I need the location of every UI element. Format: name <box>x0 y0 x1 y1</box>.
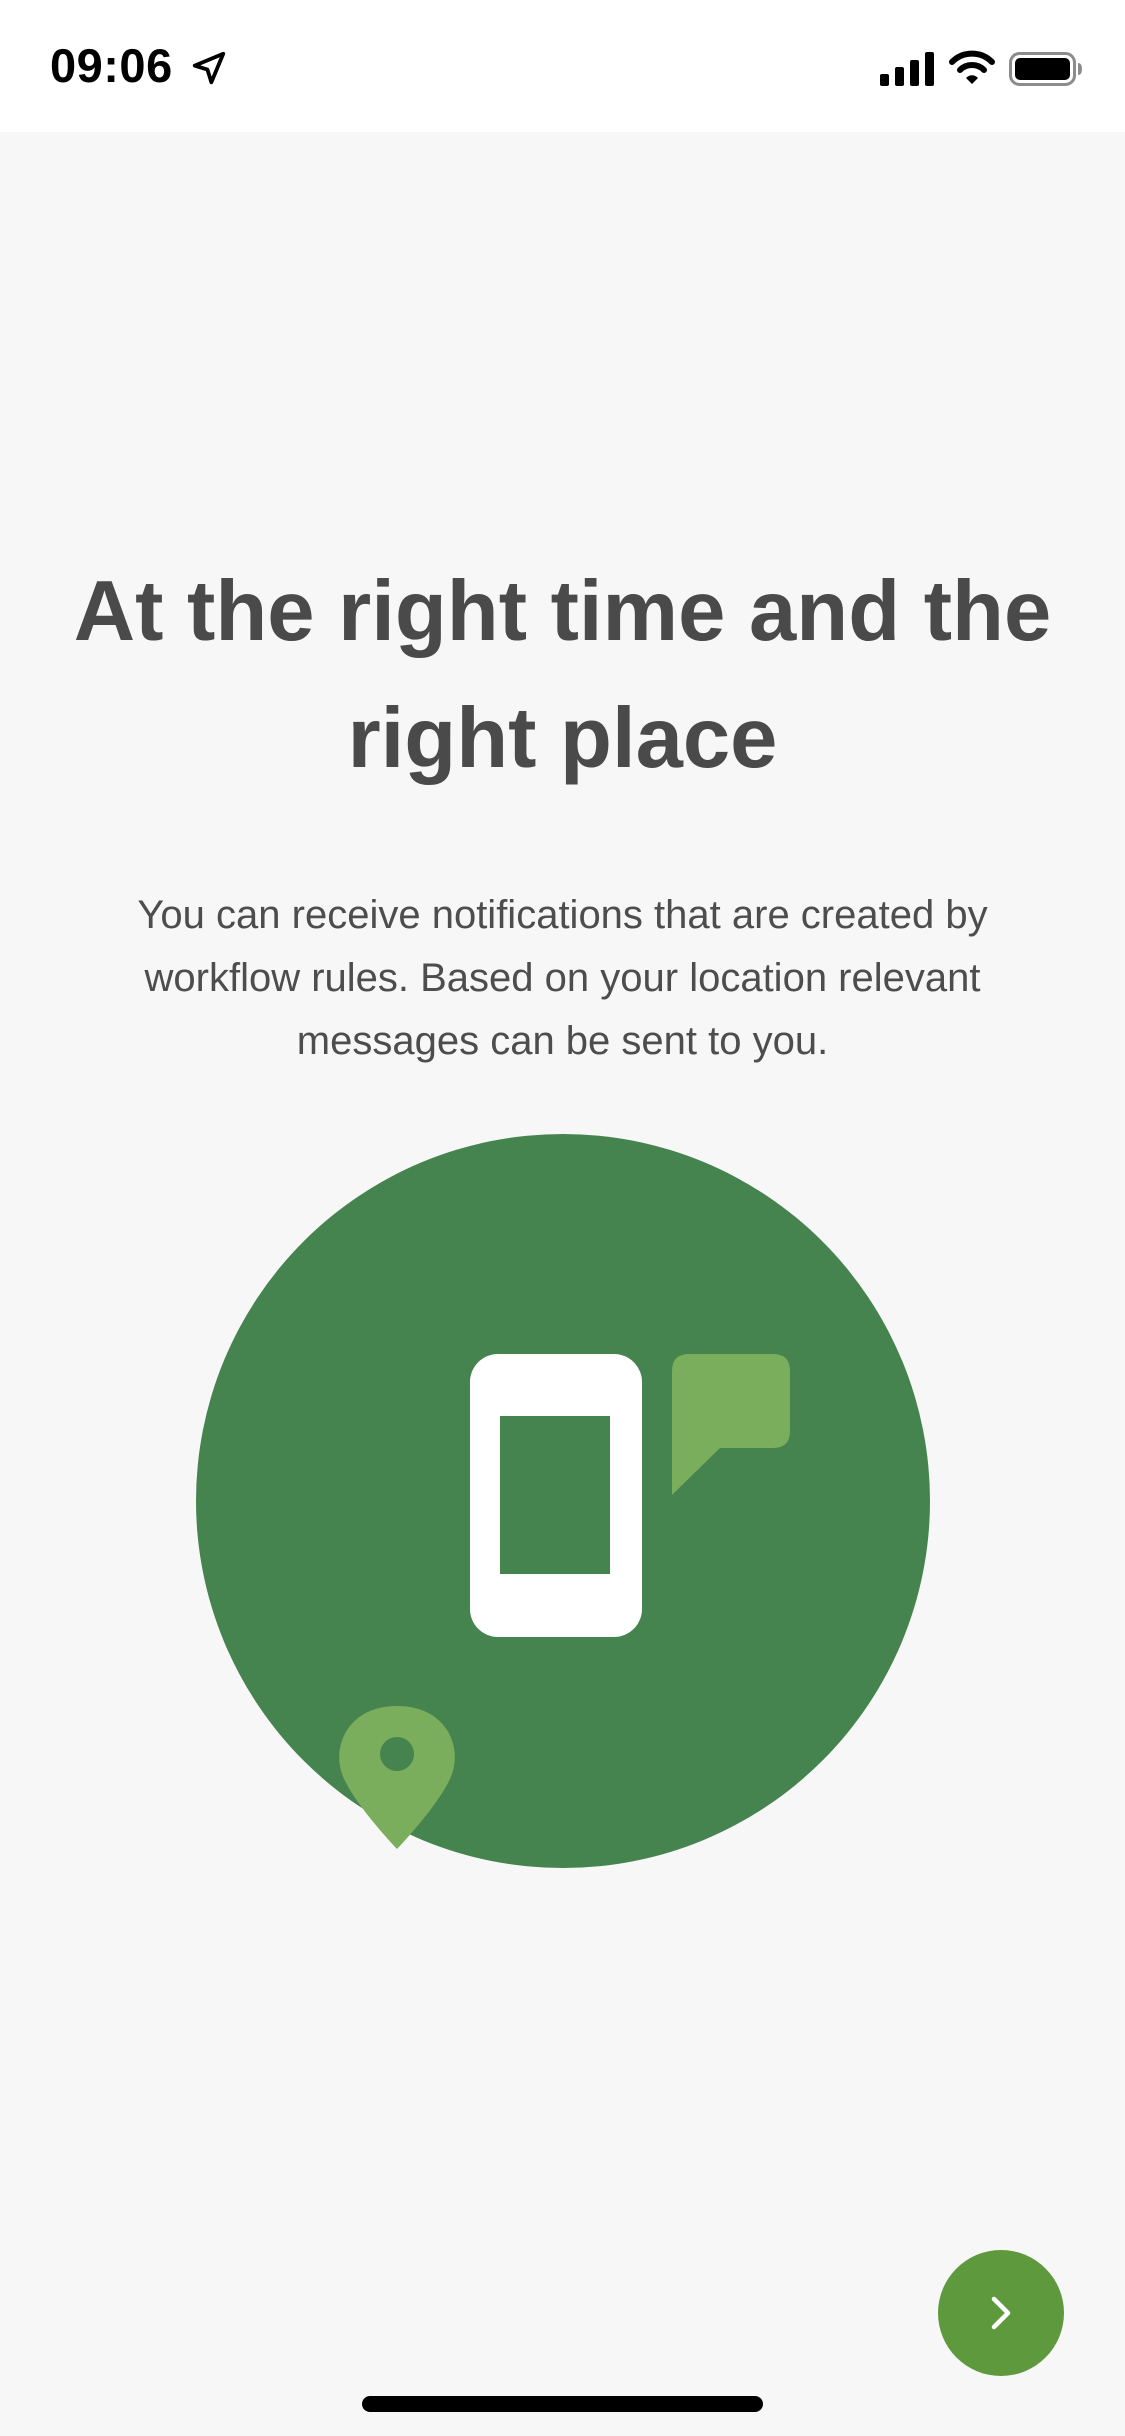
cellular-signal-icon <box>880 52 934 86</box>
notification-illustration <box>196 1134 930 1868</box>
phone-icon <box>470 1354 642 1637</box>
status-bar: 09:06 <box>0 0 1125 132</box>
onboarding-description: You can receive notifications that are c… <box>137 893 988 1063</box>
next-button[interactable] <box>938 2250 1064 2376</box>
status-time: 09:06 <box>50 39 173 92</box>
chevron-right-icon <box>991 2296 1011 2330</box>
onboarding-title: At the right time and the right place <box>73 564 1052 786</box>
location-arrow-icon <box>192 51 226 85</box>
wifi-icon <box>949 50 995 84</box>
home-indicator[interactable] <box>362 2396 763 2412</box>
battery-icon <box>1009 52 1082 86</box>
